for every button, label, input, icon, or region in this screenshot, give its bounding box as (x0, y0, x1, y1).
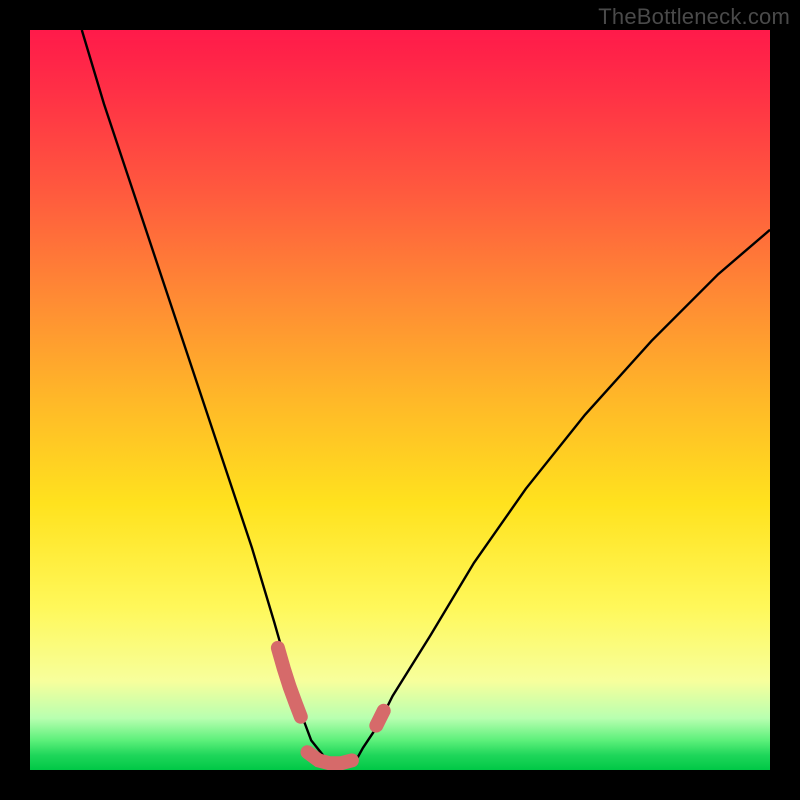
left-thick-segment (278, 648, 301, 717)
right-thick-dot (376, 711, 383, 726)
chart-svg (30, 30, 770, 770)
plot-area (30, 30, 770, 770)
marker-group (278, 648, 384, 763)
chart-frame: TheBottleneck.com (0, 0, 800, 800)
bottom-thick-segment (308, 752, 352, 763)
watermark-text: TheBottleneck.com (598, 4, 790, 30)
bottleneck-curve (82, 30, 770, 764)
